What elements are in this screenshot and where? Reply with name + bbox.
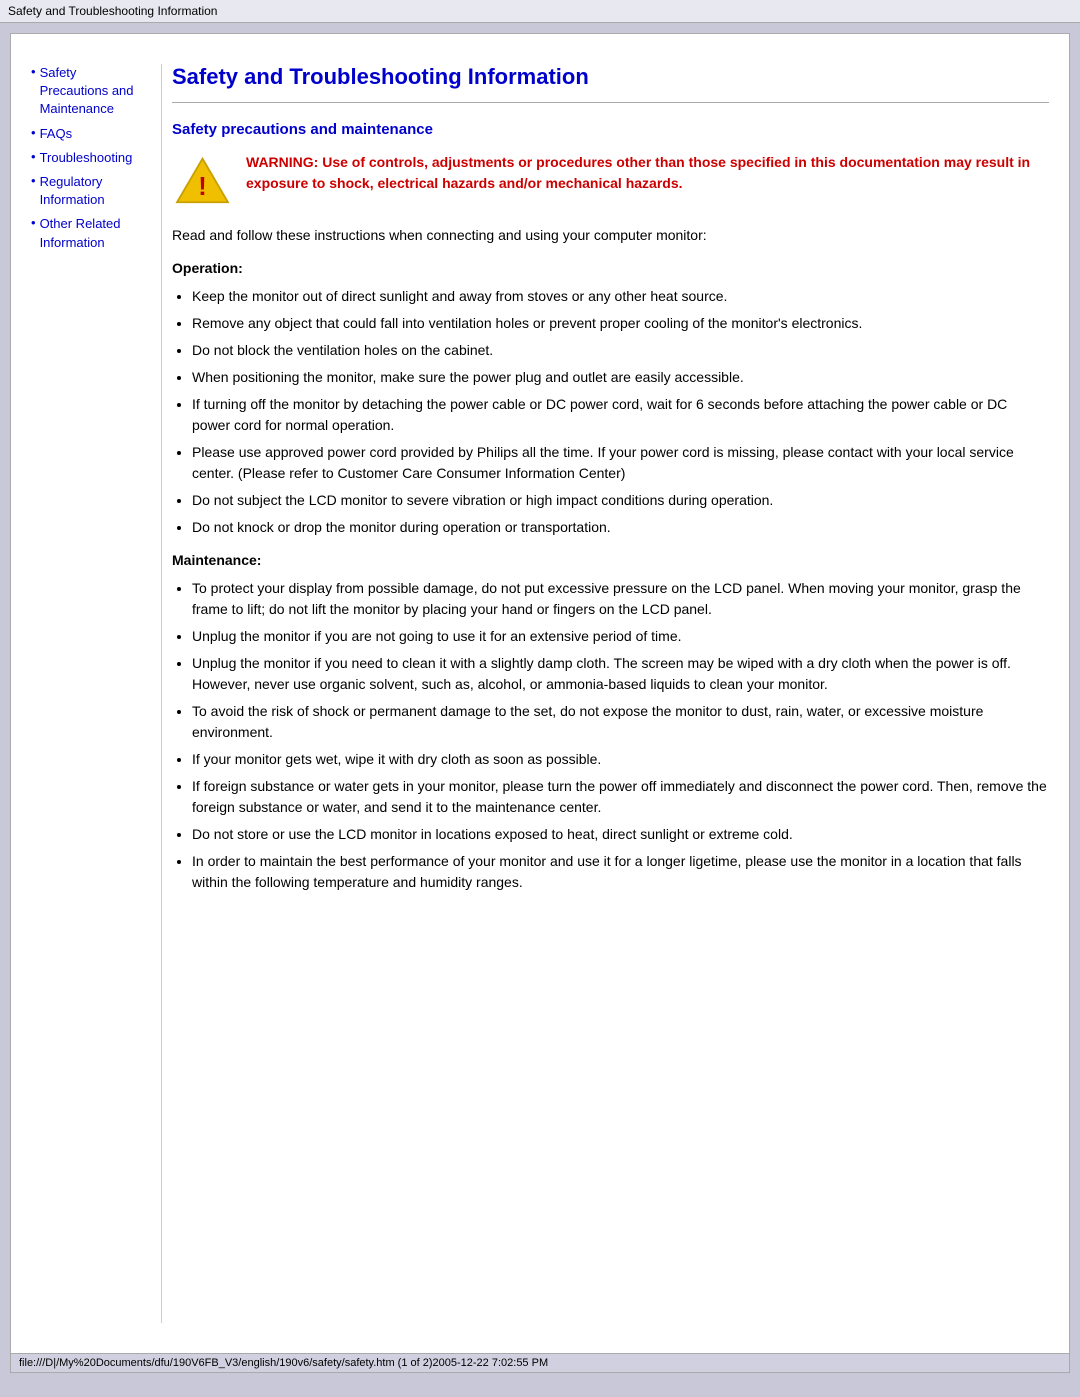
page-title: Safety and Troubleshooting Information [172,64,1049,90]
list-item: To avoid the risk of shock or permanent … [192,701,1049,743]
list-item: Keep the monitor out of direct sunlight … [192,286,1049,307]
section-heading: Safety precautions and maintenance [172,121,1049,138]
bullet-troubleshooting: • [31,149,36,164]
maintenance-list: To protect your display from possible da… [192,578,1049,893]
list-item: Do not subject the LCD monitor to severe… [192,490,1049,511]
title-bar-text: Safety and Troubleshooting Information [8,4,217,18]
bullet-other: • [31,215,36,230]
operation-list: Keep the monitor out of direct sunlight … [192,286,1049,538]
sidebar-item-safety[interactable]: • Safety Precautions and Maintenance [31,64,146,119]
sidebar: • Safety Precautions and Maintenance • F… [31,64,161,1323]
intro-text: Read and follow these instructions when … [172,225,1049,246]
bullet-safety: • [31,64,36,79]
sidebar-link-regulatory[interactable]: Regulatory Information [40,173,146,209]
title-rule [172,102,1049,103]
sidebar-item-troubleshooting[interactable]: • Troubleshooting [31,149,146,167]
page-wrapper: • Safety Precautions and Maintenance • F… [11,34,1069,1353]
browser-content: • Safety Precautions and Maintenance • F… [10,33,1070,1373]
list-item: When positioning the monitor, make sure … [192,367,1049,388]
maintenance-label: Maintenance: [172,552,1049,568]
sidebar-item-regulatory[interactable]: • Regulatory Information [31,173,146,209]
list-item: Do not block the ventilation holes on th… [192,340,1049,361]
status-bar: file:///D|/My%20Documents/dfu/190V6FB_V3… [11,1353,1069,1372]
status-bar-text: file:///D|/My%20Documents/dfu/190V6FB_V3… [19,1357,548,1369]
list-item: Remove any object that could fall into v… [192,313,1049,334]
sidebar-link-other[interactable]: Other Related Information [40,215,146,251]
list-item: Do not knock or drop the monitor during … [192,517,1049,538]
list-item: If foreign substance or water gets in yo… [192,776,1049,818]
list-item: If turning off the monitor by detaching … [192,394,1049,436]
main-content: Safety and Troubleshooting Information S… [161,64,1049,1323]
warning-triangle-icon: ! [175,155,230,205]
bullet-faqs: • [31,125,36,140]
warning-icon: ! [172,152,232,207]
operation-label: Operation: [172,260,1049,276]
list-item: To protect your display from possible da… [192,578,1049,620]
list-item: If your monitor gets wet, wipe it with d… [192,749,1049,770]
warning-box: ! WARNING: Use of controls, adjustments … [172,152,1049,207]
title-bar: Safety and Troubleshooting Information [0,0,1080,23]
bullet-regulatory: • [31,173,36,188]
svg-text:!: ! [198,173,206,201]
sidebar-item-other[interactable]: • Other Related Information [31,215,146,251]
sidebar-link-safety[interactable]: Safety Precautions and Maintenance [40,64,146,119]
list-item: In order to maintain the best performanc… [192,851,1049,893]
sidebar-link-faqs[interactable]: FAQs [40,125,73,143]
sidebar-item-faqs[interactable]: • FAQs [31,125,146,143]
list-item: Unplug the monitor if you are not going … [192,626,1049,647]
sidebar-link-troubleshooting[interactable]: Troubleshooting [40,149,133,167]
list-item: Unplug the monitor if you need to clean … [192,653,1049,695]
list-item: Please use approved power cord provided … [192,442,1049,484]
list-item: Do not store or use the LCD monitor in l… [192,824,1049,845]
warning-text: WARNING: Use of controls, adjustments or… [246,152,1049,194]
